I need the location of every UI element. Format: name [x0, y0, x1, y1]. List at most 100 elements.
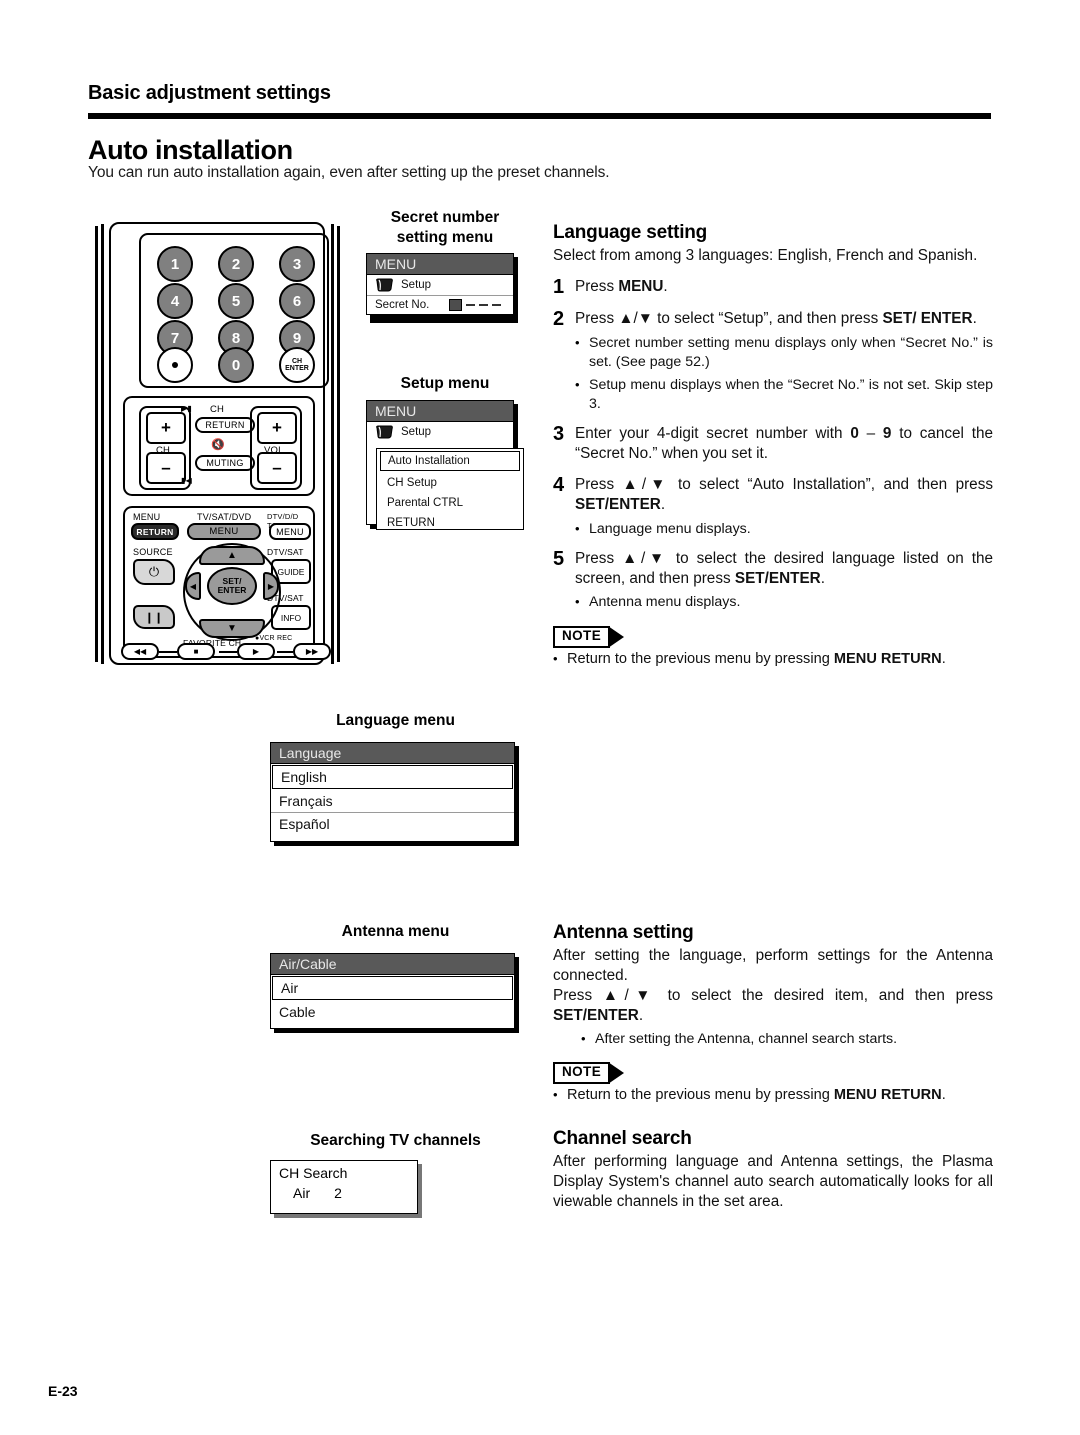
language-option-francais[interactable]: Français	[271, 790, 514, 813]
remote-menu-button[interactable]: MENU	[187, 523, 261, 540]
secret-number-menu-caption-line1: Secret number	[390, 209, 500, 226]
remote-control-illustration: 1 2 3 4 5 6 7 8 9 0 CH ENTER + – CH ▶▮ ▮…	[95, 222, 340, 665]
bullet-text: Antenna menu displays.	[589, 594, 741, 611]
language-menu-caption: Language menu	[336, 712, 455, 729]
step-3-number: 3	[553, 423, 565, 446]
remote-edge-right-outer	[337, 226, 340, 662]
note-badge: NOTE	[553, 626, 625, 649]
bullet-dot: •	[553, 1087, 558, 1103]
step-3: 3 Enter your 4-digit secret number with …	[553, 424, 993, 464]
remote-ch-return-top-label: CH	[210, 404, 225, 415]
remote-edge-left-outer	[95, 226, 98, 662]
remote-return-button[interactable]: RETURN	[195, 417, 255, 433]
osd-secret-no-row[interactable]: Secret No.	[367, 296, 513, 314]
step-5: 5 Press ▲/▼ to select the desired langua…	[553, 549, 993, 589]
remote-dpad-up[interactable]: ▲	[199, 546, 265, 565]
bullet-dot: •	[575, 334, 580, 350]
language-option-espanol[interactable]: Español	[271, 813, 514, 835]
language-setting-heading: Language setting	[553, 222, 708, 243]
remote-key-3[interactable]: 3	[279, 246, 315, 282]
note-label: NOTE	[553, 1062, 611, 1085]
remote-key-2[interactable]: 2	[218, 246, 254, 282]
mute-icon: 🔇	[211, 439, 225, 451]
bullet-antenna-menu-displays: • Antenna menu displays.	[575, 593, 993, 612]
osd-secret-no-value	[449, 299, 505, 311]
antenna-option-cable[interactable]: Cable	[271, 1001, 514, 1023]
remote-key-ch-enter-line2: ENTER	[285, 365, 309, 372]
remote-set-enter-button[interactable]: SET/ ENTER	[207, 567, 257, 605]
bullet-text: Language menu displays.	[589, 520, 751, 537]
step-1-text: Press MENU.	[575, 277, 668, 295]
setup-menu-caption: Setup menu	[400, 375, 490, 392]
step-4-number: 4	[553, 474, 565, 497]
remote-edge-left-inner	[101, 224, 104, 664]
step-4: 4 Press ▲/▼ to select “Auto Installation…	[553, 475, 993, 515]
bullet-text: Secret number setting menu displays only…	[589, 334, 993, 370]
secret-digit-cursor	[449, 299, 462, 311]
section-header: Basic adjustment settings	[88, 82, 331, 104]
antenna-menu-header: Air/Cable	[271, 954, 514, 975]
submenu-item-ch-setup[interactable]: CH Setup	[377, 473, 523, 493]
remote-menu-return-top-label: MENU	[133, 512, 161, 522]
remote-key-1[interactable]: 1	[157, 246, 193, 282]
remote-key-ch-enter[interactable]: CH ENTER	[279, 347, 315, 383]
bullet-language-menu-displays: • Language menu displays.	[575, 520, 993, 539]
bullet-dot: •	[575, 594, 580, 610]
remote-ch-label: CH	[156, 445, 171, 456]
antenna-option-air[interactable]: Air	[272, 976, 513, 1000]
osd-frame: Air/Cable Air Cable	[270, 953, 515, 1029]
power-icon[interactable]: ⏻	[133, 559, 175, 585]
remote-body: 1 2 3 4 5 6 7 8 9 0 CH ENTER + – CH ▶▮ ▮…	[109, 222, 331, 665]
step-1: 1 Press MENU.	[553, 276, 993, 298]
osd-setup-row[interactable]: Setup	[367, 275, 513, 296]
remote-menu-return-button[interactable]: RETURN	[131, 523, 179, 540]
note-text: Return to the previous menu by pressing …	[567, 651, 946, 668]
note-bullet: • Return to the previous menu by pressin…	[553, 650, 993, 669]
page-title: Auto installation	[88, 135, 293, 165]
remote-key-5[interactable]: 5	[218, 283, 254, 319]
step-2-text: Press ▲/▼ to select “Setup”, and then pr…	[575, 309, 977, 327]
play-icon[interactable]: ▶	[237, 643, 275, 660]
remote-source-label: SOURCE	[133, 547, 173, 557]
pause-icon[interactable]: ❙❙	[133, 605, 175, 629]
step-3-text: Enter your 4-digit secret number with 0 …	[575, 425, 993, 463]
remote-key-dot[interactable]	[157, 347, 193, 383]
remote-ch-minus[interactable]: –	[146, 452, 186, 484]
submenu-item-return[interactable]: RETURN	[377, 513, 523, 533]
bullet-channel-search-starts: • After setting the Antenna, channel sea…	[581, 1030, 993, 1049]
osd-frame: CH Search Air 2	[270, 1160, 418, 1214]
submenu-item-parental-ctrl[interactable]: Parental CTRL	[377, 493, 523, 513]
submenu-item-auto-installation[interactable]: Auto Installation	[380, 451, 520, 471]
remote-vol-minus[interactable]: –	[257, 452, 297, 484]
secret-number-menu-caption-line2: setting menu	[396, 228, 494, 246]
remote-vol-label: VOL	[264, 445, 284, 456]
remote-key-4[interactable]: 4	[157, 283, 193, 319]
osd-frame: MENU Setup Secret No.	[366, 253, 514, 315]
remote-dtv-dvd-menu-button[interactable]: MENU	[269, 523, 311, 540]
osd-setup-label: Setup	[401, 426, 432, 438]
note-arrow-icon	[608, 1062, 625, 1085]
note-badge: NOTE	[553, 1062, 625, 1085]
fast-forward-icon[interactable]: ▶▶	[293, 643, 331, 660]
remote-key-ch-enter-line1: CH	[291, 358, 303, 365]
bullet-dot: •	[581, 1030, 586, 1046]
remote-key-6[interactable]: 6	[279, 283, 315, 319]
rewind-icon[interactable]: ◀◀	[121, 643, 159, 660]
remote-muting-button[interactable]: MUTING	[195, 455, 255, 471]
remote-vol-plus[interactable]: +	[257, 412, 297, 444]
stop-icon[interactable]: ■	[177, 643, 215, 660]
transport-connector-2	[219, 651, 237, 653]
osd-frame: Language English Français Español	[270, 742, 515, 842]
language-option-english[interactable]: English	[272, 765, 513, 789]
osd-setup-row[interactable]: Setup	[367, 422, 513, 442]
remote-vcr-rec-text: VCR REC	[259, 635, 293, 642]
remote-edge-right-inner	[331, 224, 334, 664]
bullet-dot: •	[575, 376, 580, 392]
step-5-text: Press ▲/▼ to select the desired language…	[575, 550, 993, 588]
prev-track-icon: ▮◀	[181, 476, 192, 485]
ch-search-screen: CH Search Air 2	[270, 1160, 430, 1220]
bullet-text: Setup menu displays when the “Secret No.…	[589, 376, 993, 412]
remote-ch-plus[interactable]: +	[146, 412, 186, 444]
remote-key-0[interactable]: 0	[218, 347, 254, 383]
page-number: E-23	[48, 1383, 78, 1399]
